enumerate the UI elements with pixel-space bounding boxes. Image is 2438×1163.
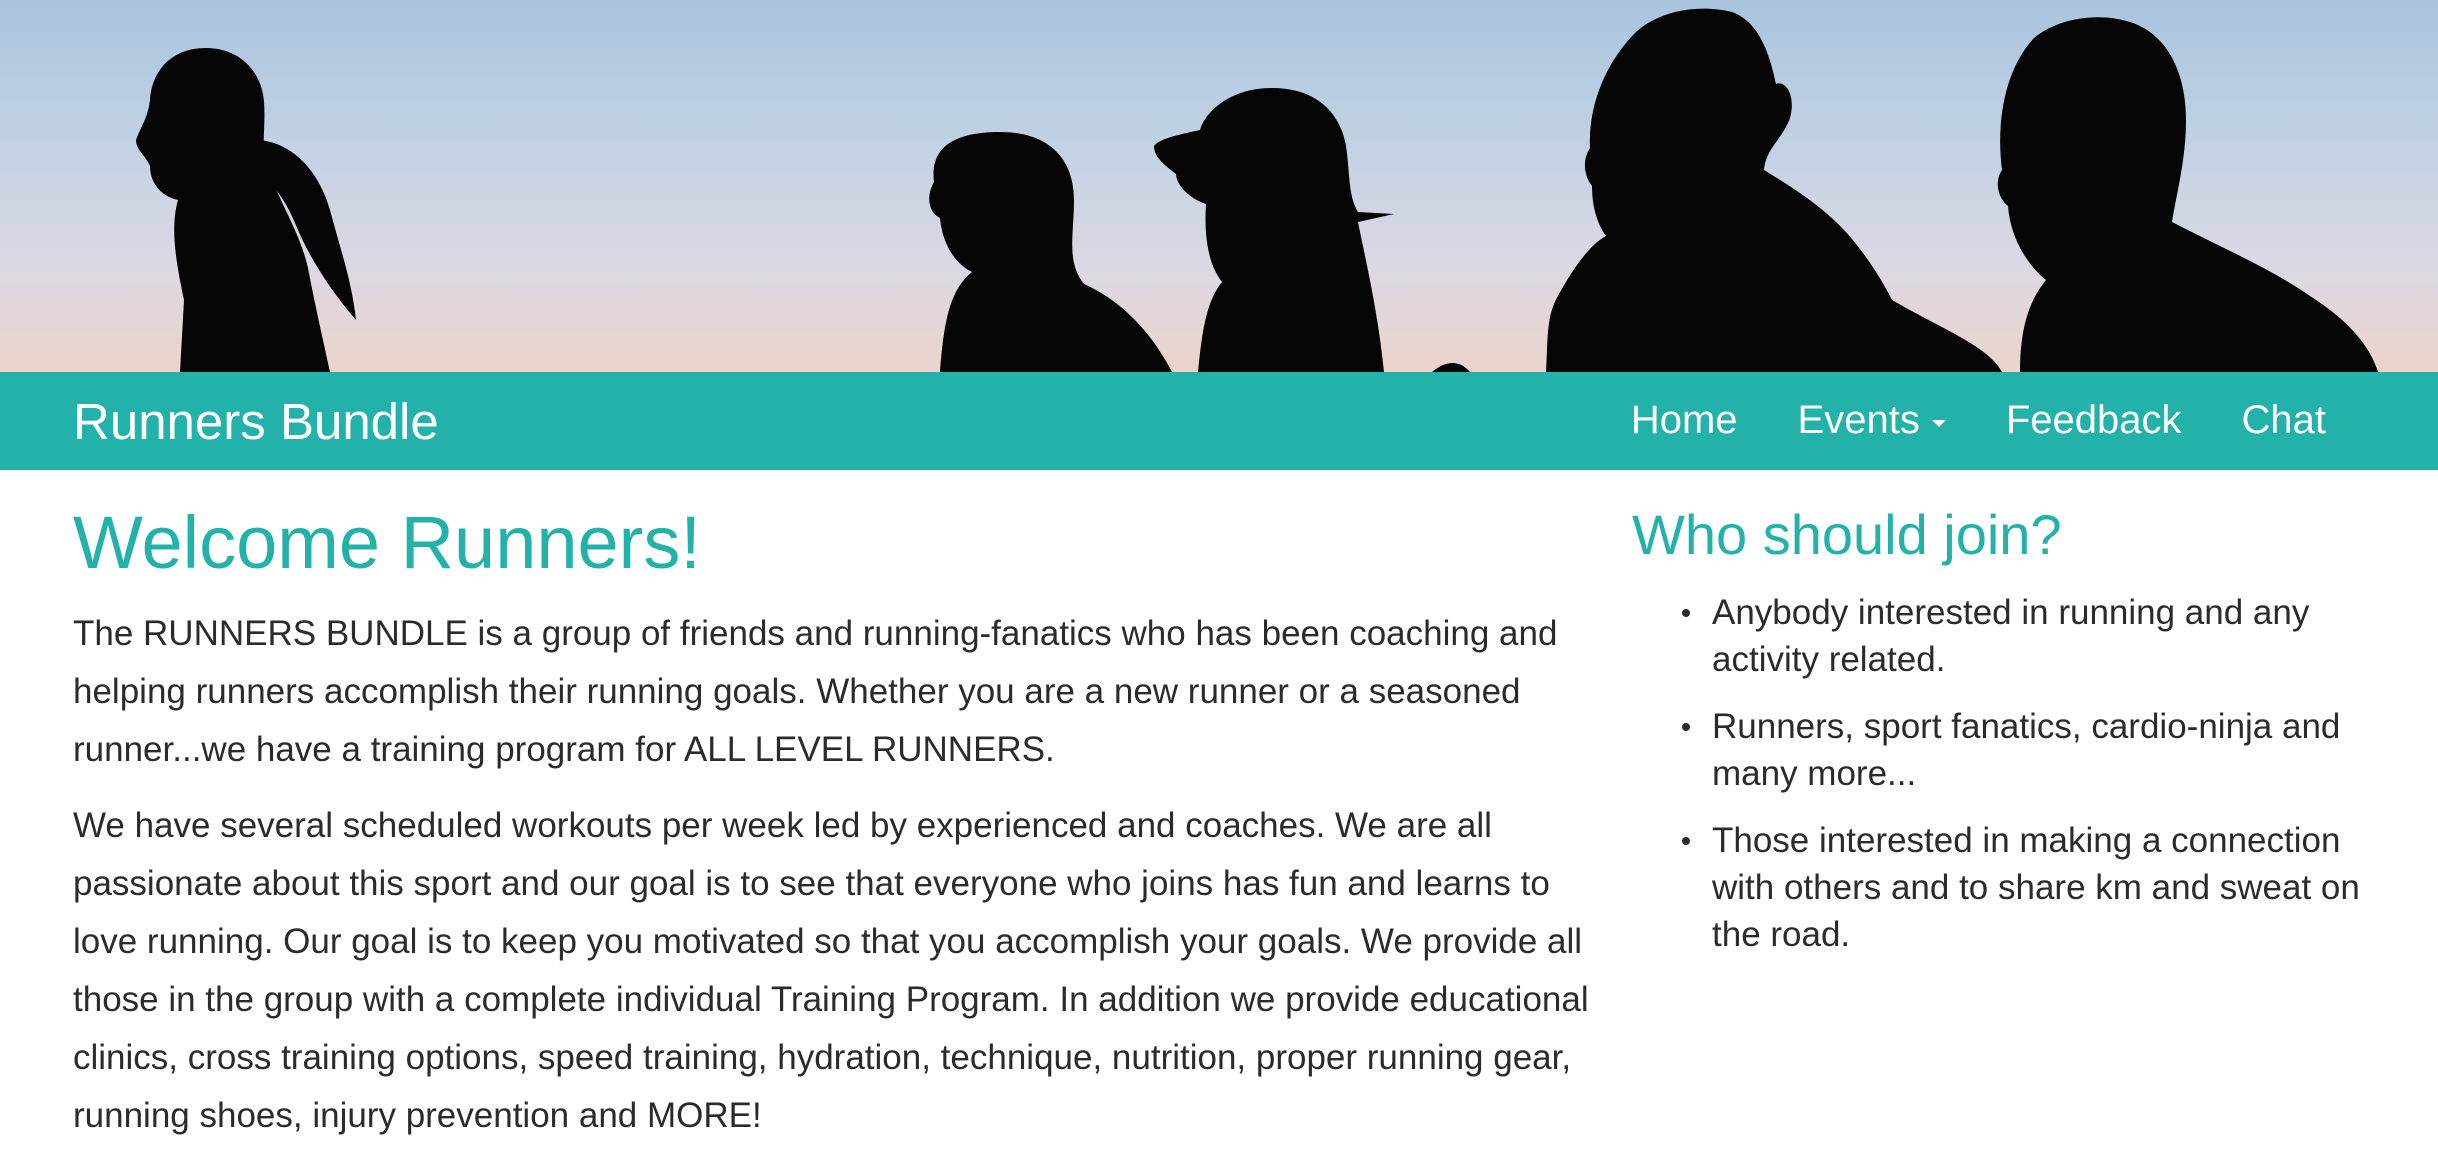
list-item: Those interested in making a connection … — [1682, 817, 2372, 958]
nav-menu: Home Events Feedback Chat — [1631, 394, 2326, 446]
list-item-text: Those interested in making a connection … — [1712, 821, 2360, 955]
intro-paragraph: The RUNNERS BUNDLE is a group of friends… — [73, 614, 1558, 770]
runners-silhouette-image — [136, 8, 2378, 372]
brand-link[interactable]: Runners Bundle — [73, 393, 439, 450]
workouts-paragraph: We have several scheduled workouts per w… — [73, 806, 1589, 1136]
page-title: Welcome Runners! — [73, 501, 701, 584]
list-item-text: Runners, sport fanatics, cardio-ninja an… — [1712, 707, 2341, 794]
nav-events-dropdown[interactable]: Events — [1798, 394, 1946, 446]
nav-feedback-label: Feedback — [2005, 398, 2182, 442]
nav-events-label: Events — [1797, 398, 1920, 442]
sidebar: Who should join? Anybody interested in r… — [1632, 503, 2372, 978]
caret-down-icon — [1931, 419, 1946, 427]
nav-chat-link[interactable]: Chat — [2242, 394, 2327, 446]
bullet-icon — [1682, 609, 1690, 618]
bullet-icon — [1682, 837, 1690, 846]
nav-feedback-link[interactable]: Feedback — [2006, 394, 2182, 446]
navbar: Runners Bundle Home Events Feedback Chat — [0, 372, 2438, 470]
list-item: Anybody interested in running and any ac… — [1682, 589, 2372, 683]
nav-home-link[interactable]: Home — [1631, 394, 1738, 446]
nav-chat-label: Chat — [2241, 398, 2327, 442]
nav-home-label: Home — [1630, 398, 1738, 442]
who-should-join-list: Anybody interested in running and any ac… — [1632, 589, 2372, 958]
hero-banner — [0, 0, 2438, 372]
list-item: Runners, sport fanatics, cardio-ninja an… — [1682, 703, 2372, 797]
list-item-text: Anybody interested in running and any ac… — [1712, 593, 2310, 680]
main-content: Welcome Runners! The RUNNERS BUNDLE is a… — [73, 500, 1593, 1163]
bullet-icon — [1682, 723, 1690, 732]
sidebar-title: Who should join? — [1632, 503, 2062, 566]
